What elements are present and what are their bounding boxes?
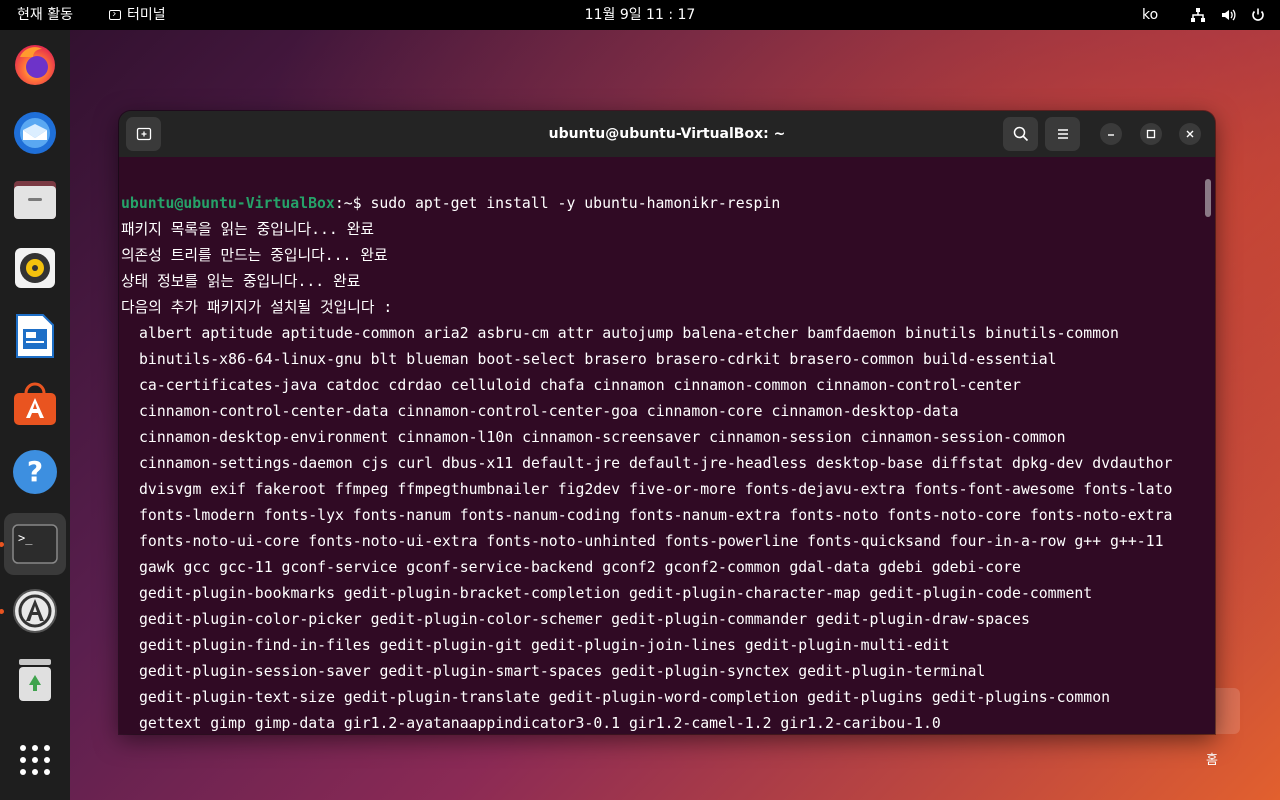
dock-item-writer[interactable] bbox=[4, 305, 66, 367]
new-tab-button[interactable] bbox=[126, 117, 161, 151]
new-tab-icon bbox=[136, 127, 151, 141]
rhythmbox-icon bbox=[15, 248, 55, 288]
package-line: cinnamon-desktop-environment cinnamon-l1… bbox=[139, 429, 1066, 446]
dock-item-trash[interactable] bbox=[4, 649, 66, 711]
dock-item-rhythmbox[interactable] bbox=[4, 237, 66, 299]
package-line: dvisvgm exif fakeroot ffmpeg ffmpegthumb… bbox=[139, 481, 1173, 498]
show-apps-icon bbox=[20, 745, 50, 775]
dock: ? >_ bbox=[0, 30, 70, 800]
svg-text:>_: >_ bbox=[18, 531, 33, 545]
package-line: albert aptitude aptitude-common aria2 as… bbox=[139, 325, 1119, 342]
package-line: gedit-plugin-session-saver gedit-plugin-… bbox=[139, 663, 986, 680]
software-updater-icon bbox=[13, 589, 57, 633]
maximize-button[interactable] bbox=[1140, 123, 1162, 145]
trash-icon bbox=[19, 659, 51, 701]
package-line: fonts-noto-ui-core fonts-noto-ui-extra f… bbox=[139, 533, 1164, 550]
dock-item-app-center[interactable] bbox=[4, 373, 66, 435]
close-icon bbox=[1186, 130, 1194, 138]
clock-button[interactable]: 11월 9일 11 : 17 bbox=[585, 7, 696, 23]
power-icon[interactable] bbox=[1250, 7, 1266, 23]
terminal-icon: >_ bbox=[12, 524, 58, 564]
dock-item-help[interactable]: ? bbox=[4, 441, 66, 503]
firefox-icon bbox=[15, 45, 55, 85]
terminal-small-icon bbox=[109, 10, 121, 20]
activities-button[interactable]: 현재 활동 bbox=[17, 0, 73, 30]
dock-item-show-apps[interactable] bbox=[4, 729, 66, 791]
package-line: gedit-plugin-color-picker gedit-plugin-c… bbox=[139, 611, 1030, 628]
app-menu-label: 터미널 bbox=[127, 7, 166, 23]
app-center-icon bbox=[14, 382, 56, 425]
prompt-suffix: :~$ bbox=[334, 195, 371, 212]
output-line: 상태 정보를 읽는 중입니다... 완료 bbox=[121, 273, 361, 290]
network-icon[interactable] bbox=[1190, 7, 1206, 23]
package-line: gedit-plugin-find-in-files gedit-plugin-… bbox=[139, 637, 950, 654]
volume-icon[interactable] bbox=[1220, 7, 1236, 23]
output-line: 패키지 목록을 읽는 중입니다... 완료 bbox=[121, 221, 374, 238]
desktop-home-label[interactable]: 홈 bbox=[1190, 749, 1234, 768]
minimize-button[interactable] bbox=[1100, 123, 1122, 145]
input-language-indicator[interactable]: ko bbox=[1142, 0, 1158, 30]
menu-button[interactable] bbox=[1045, 117, 1080, 151]
maximize-icon bbox=[1146, 129, 1156, 139]
package-line: gedit-plugin-bookmarks gedit-plugin-brac… bbox=[139, 585, 1093, 602]
window-title: ubuntu@ubuntu-VirtualBox: ~ bbox=[548, 126, 786, 142]
terminal-scrollbar[interactable] bbox=[1205, 179, 1211, 217]
top-bar: 현재 활동 터미널 11월 9일 11 : 17 ko bbox=[0, 0, 1280, 30]
terminal-output[interactable]: ubuntu@ubuntu-VirtualBox:~$ sudo apt-get… bbox=[121, 191, 1196, 734]
package-line: gettext gimp gimp-data gir1.2-ayatanaapp… bbox=[139, 715, 941, 732]
terminal-titlebar[interactable]: ubuntu@ubuntu-VirtualBox: ~ bbox=[119, 111, 1215, 157]
command-text: sudo apt-get install -y ubuntu-hamonikr-… bbox=[370, 195, 781, 212]
package-line: cinnamon-control-center-data cinnamon-co… bbox=[139, 403, 959, 420]
close-button[interactable] bbox=[1179, 123, 1201, 145]
minimize-icon bbox=[1108, 134, 1114, 136]
package-line: fonts-lmodern fonts-lyx fonts-nanum font… bbox=[139, 507, 1173, 524]
search-icon bbox=[1013, 126, 1028, 142]
app-menu-button[interactable]: 터미널 bbox=[109, 0, 166, 30]
search-button[interactable] bbox=[1003, 117, 1038, 151]
files-icon bbox=[14, 181, 56, 219]
hamburger-menu-icon bbox=[1057, 129, 1068, 139]
thunderbird-icon bbox=[14, 112, 56, 154]
command-line: ubuntu@ubuntu-VirtualBox:~$ sudo apt-get… bbox=[121, 191, 1196, 217]
terminal-content[interactable]: ubuntu@ubuntu-VirtualBox:~$ sudo apt-get… bbox=[119, 157, 1215, 734]
package-line: cinnamon-settings-daemon cjs curl dbus-x… bbox=[139, 455, 1173, 472]
dock-item-firefox[interactable] bbox=[4, 33, 66, 95]
libreoffice-writer-icon bbox=[16, 314, 54, 358]
help-icon: ? bbox=[13, 450, 57, 494]
dock-item-files[interactable] bbox=[4, 169, 66, 231]
system-tray[interactable] bbox=[1190, 0, 1266, 30]
dock-item-thunderbird[interactable] bbox=[4, 101, 66, 163]
prompt-user-host: ubuntu@ubuntu-VirtualBox bbox=[121, 195, 335, 212]
dock-item-terminal[interactable]: >_ bbox=[4, 513, 66, 575]
clock-area: 11월 9일 11 : 17 bbox=[0, 0, 1280, 30]
package-line: gawk gcc gcc-11 gconf-service gconf-serv… bbox=[139, 559, 1021, 576]
package-line: gedit-plugin-text-size gedit-plugin-tran… bbox=[139, 689, 1111, 706]
svg-text:?: ? bbox=[27, 455, 43, 488]
dock-item-updater[interactable] bbox=[4, 580, 66, 642]
package-line: binutils-x86-64-linux-gnu blt blueman bo… bbox=[139, 351, 1057, 368]
package-line: ca-certificates-java catdoc cdrdao cellu… bbox=[139, 377, 1021, 394]
output-line: 의존성 트리를 만드는 중입니다... 완료 bbox=[121, 247, 388, 264]
output-line: 다음의 추가 패키지가 설치될 것입니다 : bbox=[121, 299, 393, 316]
terminal-window[interactable]: ubuntu@ubuntu-VirtualBox: ~ ubuntu@ubunt… bbox=[119, 111, 1215, 734]
